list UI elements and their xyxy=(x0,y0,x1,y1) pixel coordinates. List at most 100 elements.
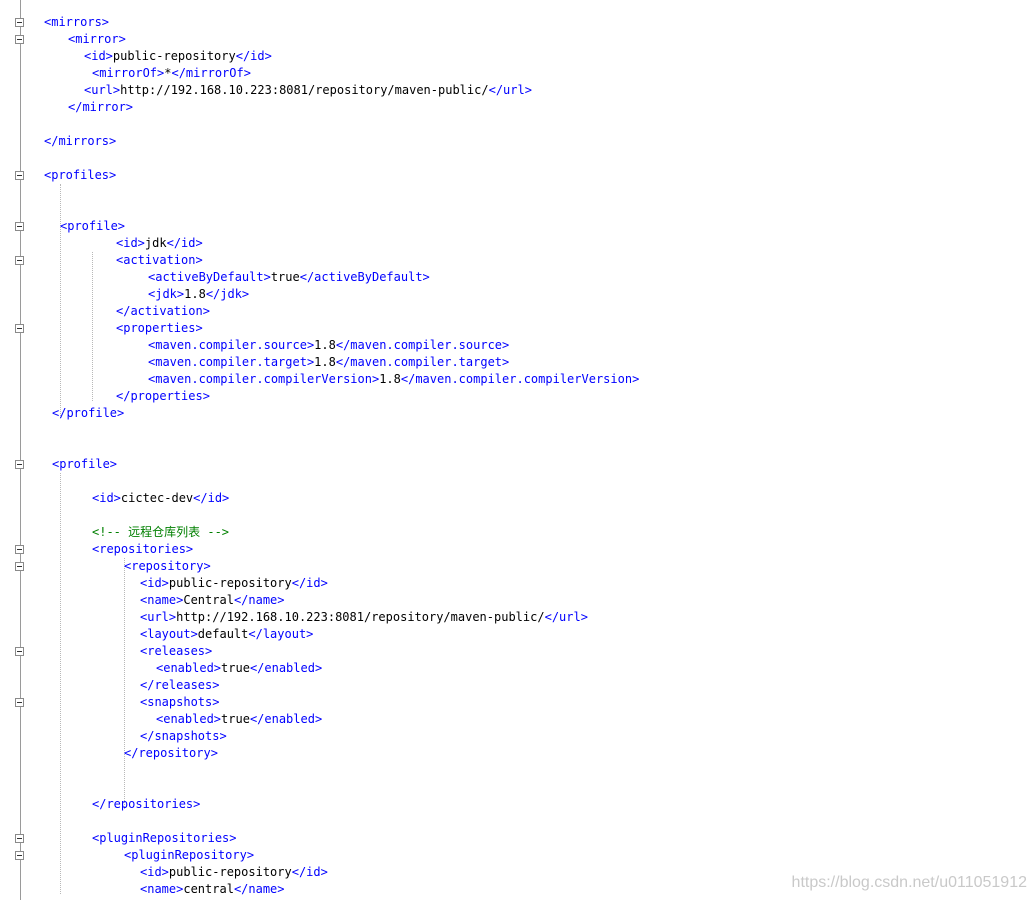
code-line[interactable]: <maven.compiler.target>1.8</maven.compil… xyxy=(148,354,509,371)
xml-text: true xyxy=(221,660,250,675)
fold-toggle-icon[interactable] xyxy=(15,17,24,27)
code-line[interactable]: <maven.compiler.source>1.8</maven.compil… xyxy=(148,337,509,354)
xml-tag: <name> xyxy=(140,592,184,607)
xml-editor[interactable]: <mirrors> <mirror> <id>public-repository</… xyxy=(0,0,1035,900)
xml-tag: <profile> xyxy=(52,456,118,471)
code-line[interactable]: <url>http://192.168.10.223:8081/reposito… xyxy=(84,82,532,99)
code-line[interactable]: </repository> xyxy=(124,745,218,762)
code-line[interactable]: </activation> xyxy=(116,303,210,320)
xml-tag: <id> xyxy=(140,575,169,590)
code-line[interactable]: <repositories> xyxy=(92,541,193,558)
code-line[interactable]: </snapshots> xyxy=(140,728,227,745)
xml-text: 1.8 xyxy=(184,286,206,301)
xml-tag: </activation> xyxy=(116,303,210,318)
code-line[interactable]: <!-- 远程仓库列表 --> xyxy=(92,524,229,541)
code-line[interactable]: <id>cictec-dev</id> xyxy=(92,490,229,507)
code-line[interactable]: <id>public-repository</id> xyxy=(84,48,272,65)
xml-tag: </enabled> xyxy=(249,711,323,726)
code-line[interactable]: <enabled>true</enabled> xyxy=(156,660,322,677)
xml-tag: <maven.compiler.source> xyxy=(148,337,315,352)
xml-tag: <profiles> xyxy=(44,167,117,182)
code-line[interactable]: <profile> xyxy=(60,218,125,235)
code-line[interactable]: </properties> xyxy=(116,388,210,405)
code-line[interactable]: <id>public-repository</id> xyxy=(140,864,328,881)
code-line[interactable]: <activation> xyxy=(116,252,203,269)
xml-text: jdk xyxy=(144,235,167,250)
code-line[interactable]: <mirrors> xyxy=(44,14,109,31)
xml-text: 1.8 xyxy=(314,354,336,369)
fold-toggle-icon[interactable] xyxy=(15,850,24,860)
xml-tag: <activeByDefault> xyxy=(148,269,271,284)
xml-tag: <name> xyxy=(140,881,184,896)
xml-tag: </mirrorOf> xyxy=(171,65,251,80)
code-line[interactable]: <enabled>true</enabled> xyxy=(156,711,322,728)
code-line[interactable]: <mirror> xyxy=(68,31,126,48)
xml-tag: </releases> xyxy=(140,677,220,692)
code-line[interactable]: <pluginRepositories> xyxy=(92,830,237,847)
code-line[interactable]: </profile> xyxy=(52,405,124,422)
xml-text: true xyxy=(270,269,300,284)
code-line[interactable]: <pluginRepository> xyxy=(124,847,254,864)
code-line[interactable]: <id>jdk</id> xyxy=(116,235,203,252)
code-line[interactable]: </mirrors> xyxy=(44,133,116,150)
code-line[interactable]: <jdk>1.8</jdk> xyxy=(148,286,249,303)
code-line[interactable]: <id>public-repository</id> xyxy=(140,575,328,592)
code-line[interactable]: </releases> xyxy=(140,677,219,694)
xml-text: central xyxy=(183,881,234,896)
xml-tag: <snapshots> xyxy=(140,694,220,709)
xml-tag: <repositories> xyxy=(92,541,194,556)
xml-tag: <id> xyxy=(116,235,145,250)
xml-text: 1.8 xyxy=(379,371,401,386)
xml-tag: </jdk> xyxy=(205,286,250,301)
fold-toggle-icon[interactable] xyxy=(15,255,24,265)
code-line[interactable]: <mirrorOf>*</mirrorOf> xyxy=(92,65,251,82)
fold-toggle-icon[interactable] xyxy=(15,646,24,656)
xml-tag: <profile> xyxy=(60,218,126,233)
xml-tag: </url> xyxy=(488,82,532,97)
code-line[interactable]: </repositories> xyxy=(92,796,200,813)
code-line[interactable]: <profiles> xyxy=(44,167,116,184)
code-line[interactable]: <maven.compiler.compilerVersion>1.8</mav… xyxy=(148,371,639,388)
fold-toggle-icon[interactable] xyxy=(15,221,24,231)
fold-toggle-icon[interactable] xyxy=(15,561,24,571)
code-line[interactable]: <repository> xyxy=(124,558,211,575)
code-line[interactable]: <name>central</name> xyxy=(140,881,285,898)
xml-tag: </mirror> xyxy=(68,99,134,114)
xml-tag: </enabled> xyxy=(249,660,323,675)
xml-tag: </repositories> xyxy=(92,796,201,811)
xml-tag: </maven.compiler.target> xyxy=(335,354,510,369)
fold-toggle-icon[interactable] xyxy=(15,833,24,843)
xml-tag: </activeByDefault> xyxy=(299,269,430,284)
fold-toggle-icon[interactable] xyxy=(15,170,24,180)
xml-text: true xyxy=(221,711,250,726)
code-line[interactable]: <snapshots> xyxy=(140,694,219,711)
fold-toggle-icon[interactable] xyxy=(15,459,24,469)
code-line[interactable]: <url>http://192.168.10.223:8081/reposito… xyxy=(140,609,588,626)
code-line[interactable]: <name>Central</name> xyxy=(140,592,285,609)
xml-tag: <activation> xyxy=(116,252,203,267)
xml-tag: </maven.compiler.compilerVersion> xyxy=(400,371,640,386)
code-line[interactable]: </mirror> xyxy=(68,99,133,116)
xml-tag: <repository> xyxy=(124,558,211,573)
xml-tag: <mirror> xyxy=(68,31,126,46)
xml-tag: <mirrors> xyxy=(44,14,110,29)
code-line[interactable]: <properties> xyxy=(116,320,203,337)
code-line[interactable]: <releases> xyxy=(140,643,212,660)
xml-tag: </repository> xyxy=(124,745,218,760)
fold-toggle-icon[interactable] xyxy=(15,544,24,554)
xml-tag: <maven.compiler.target> xyxy=(148,354,315,369)
xml-tag: </id> xyxy=(235,48,272,63)
fold-toggle-icon[interactable] xyxy=(15,697,24,707)
code-line[interactable]: <layout>default</layout> xyxy=(140,626,313,643)
fold-toggle-icon[interactable] xyxy=(15,34,24,44)
xml-tag: </id> xyxy=(291,864,328,879)
xml-tag: <id> xyxy=(84,48,113,63)
xml-tag: <url> xyxy=(84,82,121,97)
xml-text: public-repository xyxy=(112,48,236,63)
code-line[interactable]: <profile> xyxy=(52,456,117,473)
xml-text: http://192.168.10.223:8081/repository/ma… xyxy=(176,609,545,624)
fold-toggle-icon[interactable] xyxy=(15,323,24,333)
xml-text: cictec-dev xyxy=(120,490,194,505)
indent-guide xyxy=(124,557,125,809)
code-line[interactable]: <activeByDefault>true</activeByDefault> xyxy=(148,269,430,286)
